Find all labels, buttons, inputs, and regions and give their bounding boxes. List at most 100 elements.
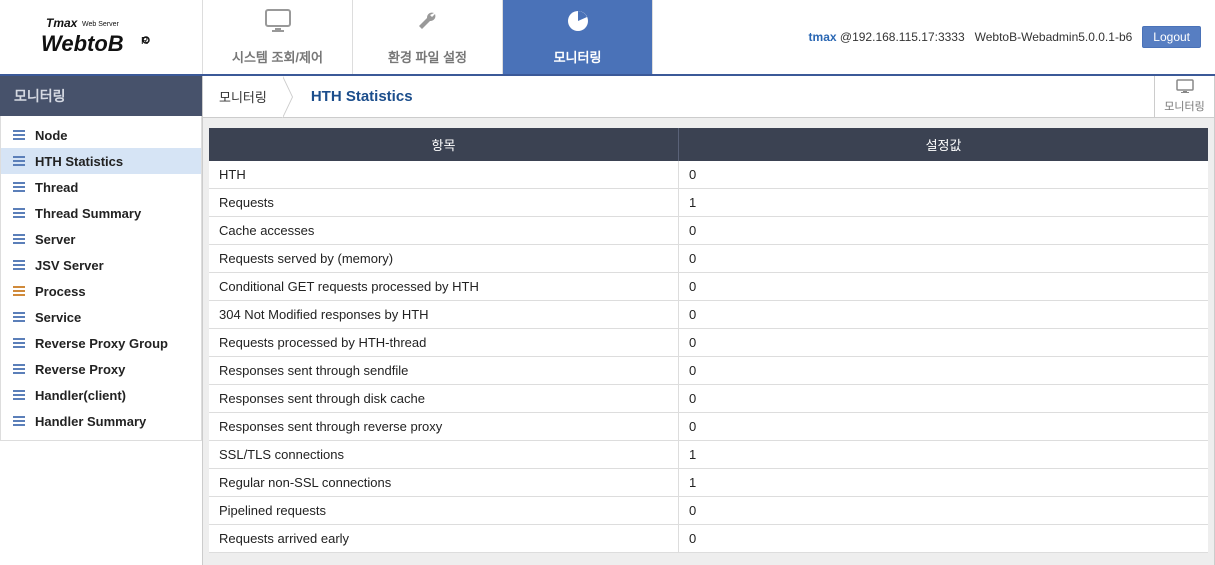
sidebar-item-label: Process <box>35 284 86 299</box>
table-area[interactable]: 항목 설정값 HTH0Requests1Cache accesses0Reque… <box>203 118 1214 565</box>
sidebar-item-label: Node <box>35 128 68 143</box>
cell-value: 0 <box>679 273 1208 301</box>
app-root: Tmax Web Server WebtoB R 시스템 조회/제어 환경 파일… <box>0 0 1215 565</box>
breadcrumb: 모니터링 HTH Statistics 모니터링 <box>203 76 1214 118</box>
cell-value: 0 <box>679 525 1208 553</box>
sidebar-item-label: Handler Summary <box>35 414 146 429</box>
sidebar-item-label: Thread <box>35 180 78 195</box>
logout-button[interactable]: Logout <box>1142 26 1201 48</box>
cell-value: 0 <box>679 301 1208 329</box>
sidebar-item-thread[interactable]: Thread <box>1 174 201 200</box>
cell-item: SSL/TLS connections <box>209 441 679 469</box>
version-label: WebtoB-Webadmin5.0.0.1-b6 <box>975 30 1133 44</box>
cell-item: Conditional GET requests processed by HT… <box>209 273 679 301</box>
sidebar-header: 모니터링 <box>0 76 202 116</box>
header-user-area: tmax @192.168.115.17:3333 WebtoB-Webadmi… <box>809 0 1215 74</box>
tab-system[interactable]: 시스템 조회/제어 <box>203 0 353 74</box>
breadcrumb-monitor-toggle[interactable]: 모니터링 <box>1154 76 1214 117</box>
sidebar-item-thread-summary[interactable]: Thread Summary <box>1 200 201 226</box>
logo: Tmax Web Server WebtoB R <box>0 0 203 74</box>
col-header-item: 항목 <box>209 128 679 161</box>
cell-item: Regular non-SSL connections <box>209 469 679 497</box>
sidebar-item-reverse-proxy-group[interactable]: Reverse Proxy Group <box>1 330 201 356</box>
breadcrumb-root[interactable]: 모니터링 <box>203 76 283 117</box>
content: 모니터링 HTH Statistics 모니터링 항목 설정값 <box>203 76 1215 565</box>
wrench-icon <box>414 8 442 41</box>
cell-value: 1 <box>679 469 1208 497</box>
cell-value: 0 <box>679 413 1208 441</box>
sidebar-item-reverse-proxy[interactable]: Reverse Proxy <box>1 356 201 382</box>
table-row: Responses sent through disk cache0 <box>209 385 1208 413</box>
tab-label: 시스템 조회/제어 <box>232 47 323 66</box>
sidebar-item-jsv-server[interactable]: JSV Server <box>1 252 201 278</box>
sidebar-item-label: Reverse Proxy Group <box>35 336 168 351</box>
cell-value: 1 <box>679 441 1208 469</box>
monitor-icon <box>263 8 293 41</box>
cell-value: 1 <box>679 189 1208 217</box>
breadcrumb-current: HTH Statistics <box>283 76 429 117</box>
cell-value: 0 <box>679 497 1208 525</box>
tab-monitoring[interactable]: 모니터링 <box>503 0 653 74</box>
table-row: Requests served by (memory)0 <box>209 245 1208 273</box>
cell-item: Requests arrived early <box>209 525 679 553</box>
sidebar-item-handler-summary[interactable]: Handler Summary <box>1 408 201 434</box>
cell-item: Responses sent through reverse proxy <box>209 413 679 441</box>
user-name: tmax <box>809 30 837 44</box>
sidebar-item-label: JSV Server <box>35 258 104 273</box>
main: 모니터링 Node HTH Statistics Thread Thread Summ… <box>0 76 1215 565</box>
cell-value: 0 <box>679 245 1208 273</box>
nav-tabs: 시스템 조회/제어 환경 파일 설정 모니터링 <box>203 0 653 74</box>
list-icon <box>11 231 27 247</box>
webtob-logo-icon: Tmax Web Server WebtoB R <box>36 13 166 61</box>
sidebar-item-server[interactable]: Server <box>1 226 201 252</box>
cell-item: Requests served by (memory) <box>209 245 679 273</box>
table-row: Responses sent through sendfile0 <box>209 357 1208 385</box>
sidebar-item-label: HTH Statistics <box>35 154 123 169</box>
tab-label: 모니터링 <box>554 47 602 66</box>
list-icon <box>11 413 27 429</box>
cell-item: Requests processed by HTH-thread <box>209 329 679 357</box>
cell-item: Responses sent through sendfile <box>209 357 679 385</box>
breadcrumb-right-label: 모니터링 <box>1164 98 1204 114</box>
header: Tmax Web Server WebtoB R 시스템 조회/제어 환경 파일… <box>0 0 1215 76</box>
sidebar-item-process[interactable]: Process <box>1 278 201 304</box>
sidebar: 모니터링 Node HTH Statistics Thread Thread Summ… <box>0 76 203 565</box>
sidebar-item-label: Thread Summary <box>35 206 141 221</box>
sidebar-item-hth-statistics[interactable]: HTH Statistics <box>1 148 201 174</box>
list-icon <box>11 361 27 377</box>
user-host: @192.168.115.17:3333 <box>840 30 965 44</box>
user-info: tmax @192.168.115.17:3333 <box>809 30 965 44</box>
cell-item: Pipelined requests <box>209 497 679 525</box>
table-row: Regular non-SSL connections1 <box>209 469 1208 497</box>
svg-text:Tmax: Tmax <box>46 16 79 30</box>
cell-value: 0 <box>679 161 1208 189</box>
table-row: Requests arrived early0 <box>209 525 1208 553</box>
table-row: 304 Not Modified responses by HTH0 <box>209 301 1208 329</box>
sidebar-item-label: Service <box>35 310 81 325</box>
pie-chart-icon <box>564 8 592 41</box>
tab-label: 환경 파일 설정 <box>388 47 467 66</box>
table-row: Cache accesses0 <box>209 217 1208 245</box>
svg-text:R: R <box>141 36 148 47</box>
list-icon <box>11 127 27 143</box>
list-icon <box>11 179 27 195</box>
sidebar-item-node[interactable]: Node <box>1 122 201 148</box>
table-row: Requests1 <box>209 189 1208 217</box>
svg-text:Web Server: Web Server <box>82 21 119 28</box>
list-icon <box>11 387 27 403</box>
table-row: Responses sent through reverse proxy0 <box>209 413 1208 441</box>
tab-config[interactable]: 환경 파일 설정 <box>353 0 503 74</box>
monitor-icon <box>1176 79 1194 98</box>
sidebar-item-service[interactable]: Service <box>1 304 201 330</box>
cell-item: 304 Not Modified responses by HTH <box>209 301 679 329</box>
sidebar-item-label: Server <box>35 232 75 247</box>
sidebar-item-label: Handler(client) <box>35 388 126 403</box>
cell-item: Requests <box>209 189 679 217</box>
table-row: SSL/TLS connections1 <box>209 441 1208 469</box>
cell-value: 0 <box>679 329 1208 357</box>
sidebar-list: Node HTH Statistics Thread Thread Summary Se… <box>0 116 202 441</box>
table-row: Conditional GET requests processed by HT… <box>209 273 1208 301</box>
list-icon <box>11 283 27 299</box>
cell-item: Cache accesses <box>209 217 679 245</box>
sidebar-item-handler-client-[interactable]: Handler(client) <box>1 382 201 408</box>
